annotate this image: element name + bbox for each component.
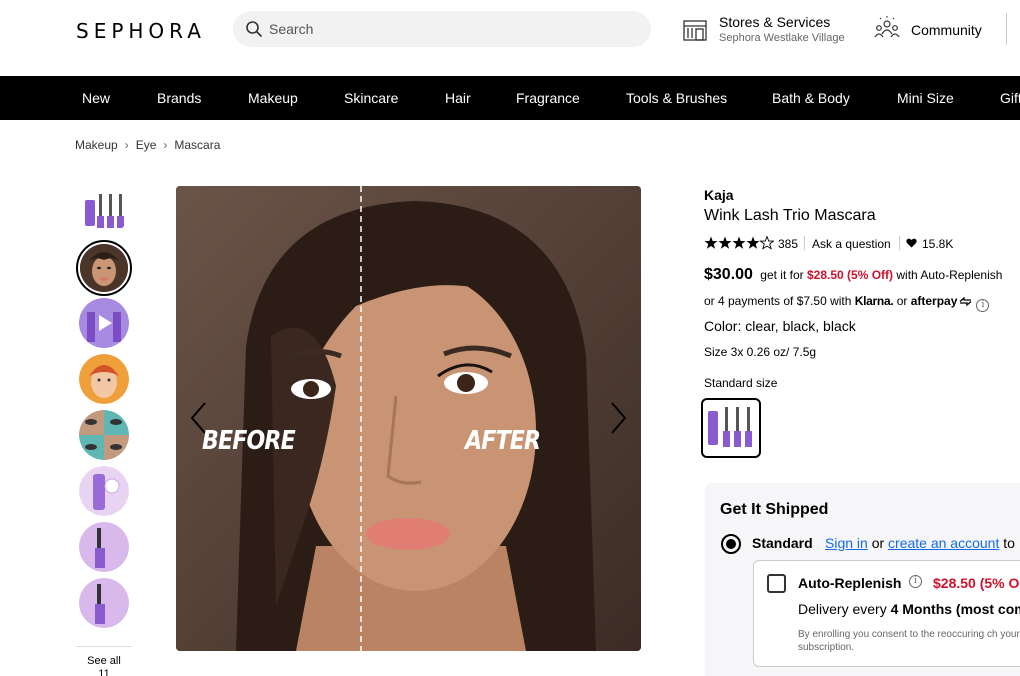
before-after-portrait xyxy=(176,186,641,651)
model-face-icon xyxy=(79,354,129,404)
nav-item-tools-brushes[interactable]: Tools & Brushes xyxy=(626,90,727,106)
delivery-frequency: Delivery every 4 Months (most com xyxy=(798,601,1020,617)
auto-replenish-label[interactable]: Auto-Replenish xyxy=(798,575,901,591)
search-icon xyxy=(246,21,262,37)
nav-item-brands[interactable]: Brands xyxy=(157,90,201,106)
play-icon xyxy=(79,298,129,348)
before-label: BEFORE xyxy=(202,426,296,456)
see-all-label: See all xyxy=(87,655,121,667)
search-bar[interactable] xyxy=(233,11,651,47)
consent-note: By enrolling you consent to the reoccuri… xyxy=(798,629,1020,653)
klarna-logo[interactable]: Klarna. xyxy=(855,294,894,308)
mascara-trio-icon xyxy=(708,407,752,447)
nav-item-fragrance[interactable]: Fragrance xyxy=(516,90,580,106)
sign-in-prompt: Sign in or create an account to xyxy=(825,535,1015,551)
chevron-right-icon: › xyxy=(124,138,129,152)
standard-size-label: Standard size xyxy=(704,376,778,390)
community-icon xyxy=(874,16,900,38)
sephora-logo[interactable]: SEPHORA xyxy=(76,19,206,43)
see-all-button[interactable]: See all 11 xyxy=(76,655,132,676)
delivery-frequency-select[interactable]: 4 Months (most com xyxy=(891,601,1020,617)
face-thumbnail-icon xyxy=(80,244,128,292)
thumbnail-before-after[interactable] xyxy=(76,240,132,296)
replenish-prefix: get it for xyxy=(760,268,804,282)
installments-row: or 4 payments of $7.50 with Klarna. or a… xyxy=(704,294,990,312)
afterpay-logo[interactable]: afterpay xyxy=(911,294,958,308)
after-label: AFTER xyxy=(465,426,541,456)
mascara-trio-icon xyxy=(85,194,124,228)
thumbnail-black-mascara-1[interactable] xyxy=(79,522,129,572)
heart-icon[interactable] xyxy=(906,238,917,248)
review-count[interactable]: 385 xyxy=(778,237,798,251)
thumbnail-clear-mascara[interactable] xyxy=(79,466,129,516)
mascara-wand-icon xyxy=(79,578,129,628)
product-name: Wink Lash Trio Mascara xyxy=(704,207,876,224)
auto-replenish-checkbox[interactable] xyxy=(767,574,786,593)
star-rating-icon[interactable] xyxy=(704,236,774,250)
nav-item-gifts[interactable]: Gifts xyxy=(1000,90,1020,106)
price-row: $30.00 get it for $28.50 (5% Off) with A… xyxy=(704,266,1002,284)
thumbnail-model[interactable] xyxy=(79,354,129,404)
size-label: Size 3x 0.26 oz/ 7.5g xyxy=(704,345,817,359)
stores-title: Stores & Services xyxy=(719,14,831,30)
standard-size-swatch[interactable] xyxy=(701,398,761,458)
see-all-count: 11 xyxy=(98,668,110,676)
sign-in-to: to xyxy=(1003,535,1015,551)
product-brand[interactable]: Kaja xyxy=(704,187,734,203)
chevron-right-icon: › xyxy=(163,138,168,152)
breadcrumb-mascara[interactable]: Mascara xyxy=(174,138,220,152)
breadcrumb: Makeup › Eye › Mascara xyxy=(75,138,220,152)
nav-item-bath-body[interactable]: Bath & Body xyxy=(772,90,850,106)
replenish-suffix: with Auto-Replenish xyxy=(896,268,1003,282)
nav-item-mini-size[interactable]: Mini Size xyxy=(897,90,954,106)
delivery-prefix: Delivery every xyxy=(798,601,887,617)
replenish-price: $28.50 (5% Off) xyxy=(806,268,894,282)
color-label: Color: clear, black, black xyxy=(704,318,856,334)
product-price: $30.00 xyxy=(704,266,753,283)
auto-replenish-box: Auto-Replenish i $28.50 (5% O Delivery e… xyxy=(753,560,1020,667)
thumbnail-video[interactable] xyxy=(79,298,129,348)
header-divider xyxy=(1006,13,1007,45)
nav-item-skincare[interactable]: Skincare xyxy=(344,90,398,106)
rating-divider xyxy=(804,236,805,250)
next-image-arrow-icon[interactable] xyxy=(608,401,628,435)
store-icon xyxy=(683,20,707,41)
mascara-wand-icon xyxy=(79,522,129,572)
ask-question-link[interactable]: Ask a question xyxy=(812,237,891,251)
rating-divider xyxy=(899,236,900,250)
breadcrumb-eye[interactable]: Eye xyxy=(136,138,157,152)
afterpay-arrows-icon xyxy=(959,296,972,307)
installments-or: or xyxy=(896,294,908,308)
shipping-title: Get It Shipped xyxy=(720,501,829,518)
standard-shipping-radio[interactable] xyxy=(721,534,741,554)
thumbnail-eyes-grid[interactable] xyxy=(79,410,129,460)
nav-item-new[interactable]: New xyxy=(82,90,110,106)
shipping-panel: Get It Shipped Standard Sign in or creat… xyxy=(705,483,1020,676)
search-input[interactable] xyxy=(269,19,629,39)
loves-count: 15.8K xyxy=(922,237,954,251)
standard-shipping-label[interactable]: Standard xyxy=(752,535,813,551)
stores-subtitle: Sephora Westlake Village xyxy=(719,32,845,44)
thumbnail-divider xyxy=(76,646,132,647)
info-icon[interactable]: i xyxy=(976,299,990,312)
mascara-tube-icon xyxy=(79,466,129,516)
sign-in-or: or xyxy=(871,535,885,551)
nav-item-makeup[interactable]: Makeup xyxy=(248,90,298,106)
info-icon[interactable]: i xyxy=(909,575,922,588)
thumbnail-product[interactable] xyxy=(79,186,129,236)
community-label: Community xyxy=(911,22,982,38)
auto-replenish-price: $28.50 (5% O xyxy=(933,575,1020,591)
site-header: SEPHORA Stores & Services Sephora Westla… xyxy=(0,0,1020,76)
main-product-image[interactable]: BEFORE AFTER xyxy=(176,186,641,651)
thumbnail-black-mascara-2[interactable] xyxy=(79,578,129,628)
installments-text: or 4 payments of $7.50 with xyxy=(704,294,852,308)
nav-item-hair[interactable]: Hair xyxy=(445,90,471,106)
create-account-link[interactable]: create an account xyxy=(888,535,999,551)
breadcrumb-makeup[interactable]: Makeup xyxy=(75,138,118,152)
category-nav: New Brands Makeup Skincare Hair Fragranc… xyxy=(0,76,1020,120)
sign-in-link[interactable]: Sign in xyxy=(825,535,868,551)
eyes-grid-icon xyxy=(79,410,129,460)
